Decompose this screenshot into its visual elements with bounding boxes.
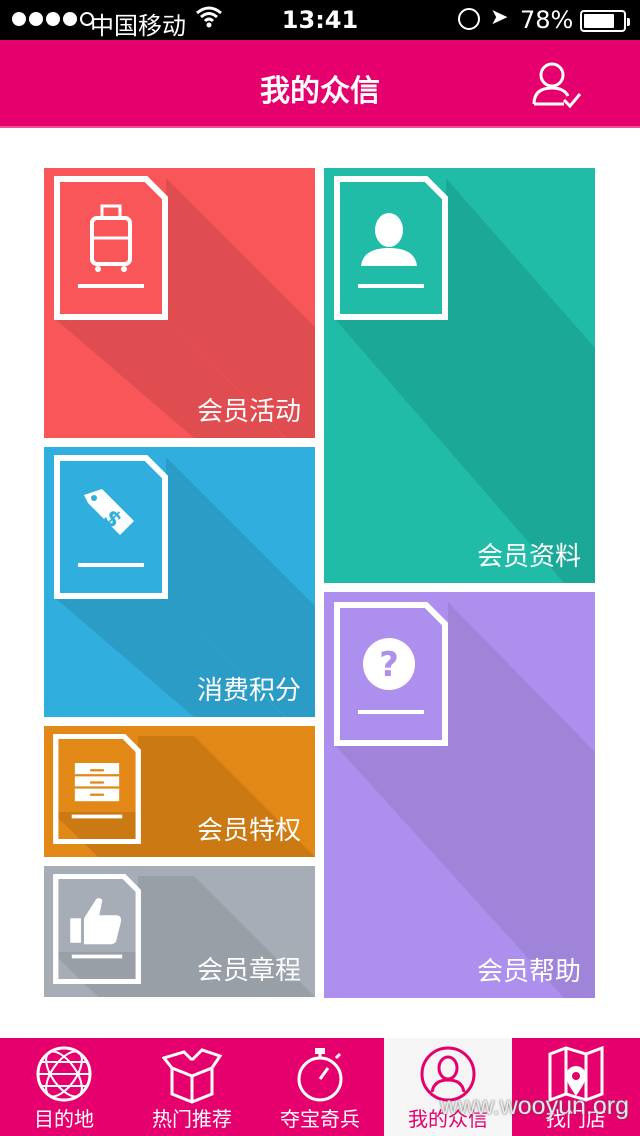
tab-hot-picks[interactable]: 热门推荐 (128, 1038, 256, 1136)
watermark: www.wooyun.org (440, 1092, 629, 1120)
battery-icon (580, 10, 630, 32)
tile-label: 会员特权 (196, 816, 301, 846)
svg-text:?: ? (379, 645, 399, 685)
tab-label: 热门推荐 (152, 1107, 232, 1131)
tab-destination[interactable]: 目的地 (0, 1038, 128, 1136)
price-tag-icon: $ (54, 455, 168, 599)
tile-label: 会员章程 (196, 956, 301, 986)
battery-percent: 78% (520, 6, 574, 34)
tile-member-profile[interactable]: 会员资料 (324, 168, 595, 583)
stopwatch-icon (297, 1048, 343, 1102)
drawer-icon (53, 734, 141, 844)
tile-label: 消费积分 (196, 676, 301, 706)
user-check-icon[interactable] (528, 58, 584, 114)
tile-member-activity[interactable]: 会员活动 (44, 168, 315, 438)
tab-my-account[interactable]: 我的众信 (384, 1038, 512, 1136)
globe-icon (36, 1046, 92, 1102)
location-arrow-icon: ➤ (490, 5, 509, 30)
tab-label: 目的地 (34, 1107, 94, 1131)
tile-label: 会员资料 (476, 542, 581, 572)
open-box-icon (162, 1048, 222, 1104)
tile-points[interactable]: $ 消费积分 (44, 447, 315, 717)
tile-member-rules[interactable]: 会员章程 (44, 866, 315, 997)
nav-bar: 我的众信 (0, 40, 640, 128)
tile-member-privilege[interactable]: 会员特权 (44, 726, 315, 857)
luggage-icon (54, 176, 168, 320)
person-icon (334, 176, 448, 320)
tab-treasure[interactable]: 夺宝奇兵 (256, 1038, 384, 1136)
rotation-lock-icon (458, 8, 480, 30)
tile-label: 会员帮助 (476, 957, 581, 987)
tab-find-store[interactable]: 找门店 (512, 1038, 640, 1136)
tile-label: 会员活动 (196, 397, 301, 427)
thumbs-up-icon (53, 874, 141, 984)
status-bar: 中国移动 13:41 ➤ 78% (0, 0, 640, 40)
tab-bar: 目的地 热门推荐 夺宝奇兵 我的众信 找门店 (0, 1038, 640, 1136)
tab-label: 夺宝奇兵 (280, 1107, 360, 1131)
question-icon: ? (334, 602, 448, 746)
tile-member-help[interactable]: ? 会员帮助 (324, 592, 595, 998)
